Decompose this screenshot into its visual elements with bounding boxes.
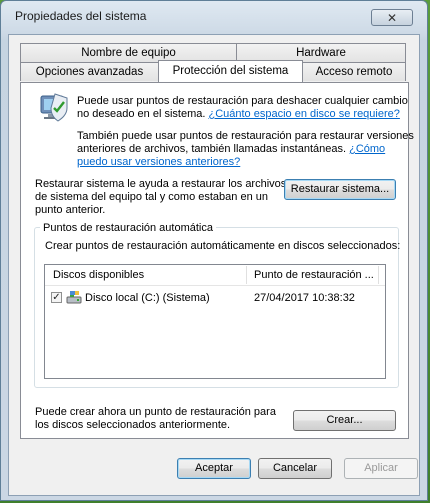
disk-restore-point: 27/04/2017 10:38:32 [254,292,355,304]
disk-name: Disco local (C:) (Sistema) [85,292,210,304]
info-line: Puede usar puntos de restauración para d… [77,95,408,107]
restore-line: punto anterior. [35,204,106,216]
info-text: anteriores de archivos, también llamadas… [77,143,347,155]
info-previous-versions: También puede usar puntos de restauració… [77,130,414,169]
create-line: Puede crear ahora un punto de restauraci… [35,406,276,418]
group-description: Crear puntos de restauración automáticam… [45,240,401,252]
tab-label: Opciones avanzadas [35,66,144,78]
info-text: no deseado en el sistema. [77,108,206,120]
disk-list[interactable]: Discos disponibles Punto de restauración… [44,264,386,379]
info-line: no deseado en el sistema. ¿Cuánto espaci… [77,108,408,121]
restore-line: de sistema del equipo tal y como estaban… [35,191,268,203]
tab-remote-access[interactable]: Acceso remoto [302,62,406,81]
tab-label: Acceso remoto [315,66,393,78]
apply-button[interactable]: Aplicar [344,458,418,479]
restore-description: Restaurar sistema le ayuda a restaurar l… [35,178,286,217]
tab-system-protection[interactable]: Protección del sistema [158,60,303,82]
column-header-disks[interactable]: Discos disponibles [53,269,144,282]
previous-versions-link-cont[interactable]: puedo usar versiones anteriores? [77,156,240,168]
create-button[interactable]: Crear... [293,410,396,431]
tab-label: Hardware [296,47,346,59]
create-line: los discos seleccionados anteriormente. [35,419,231,431]
info-line: También puede usar puntos de restauració… [77,130,414,142]
accept-button[interactable]: Aceptar [177,458,251,479]
info-undo-changes: Puede usar puntos de restauración para d… [77,95,408,121]
group-label: Puntos de restauración automática [40,222,216,235]
disk-checkbox[interactable]: ✓ [51,292,62,303]
column-header-restore-point[interactable]: Punto de restauración ... [254,269,374,282]
title-bar[interactable]: Propiedades del sistema ✕ [1,1,427,31]
previous-versions-link[interactable]: ¿Cómo [349,143,385,155]
close-icon: ✕ [386,11,398,25]
close-button[interactable]: ✕ [371,9,413,26]
table-row[interactable]: ✓ Disco local (C:) (Sistema) 27/04/2017 … [45,290,385,307]
system-protection-icon [40,93,68,122]
window-title: Propiedades del sistema [15,9,147,23]
create-description: Puede crear ahora un punto de restauraci… [35,406,276,432]
tab-advanced-options[interactable]: Opciones avanzadas [20,62,159,81]
system-properties-window: Propiedades del sistema ✕ Nombre de equi… [0,0,428,501]
system-restore-button[interactable]: Restaurar sistema... [284,179,396,200]
restore-line: Restaurar sistema le ayuda a restaurar l… [35,178,287,190]
list-header: Discos disponibles Punto de restauración… [45,265,385,286]
tab-label: Protección del sistema [172,65,289,77]
column-separator[interactable] [378,266,379,284]
local-disk-icon [66,291,82,304]
disk-space-link[interactable]: ¿Cuánto espacio en disco se requiere? [208,108,399,120]
column-separator[interactable] [246,266,247,284]
tab-label: Nombre de equipo [81,47,176,59]
info-line: anteriores de archivos, también llamadas… [77,143,414,156]
cancel-button[interactable]: Cancelar [258,458,332,479]
